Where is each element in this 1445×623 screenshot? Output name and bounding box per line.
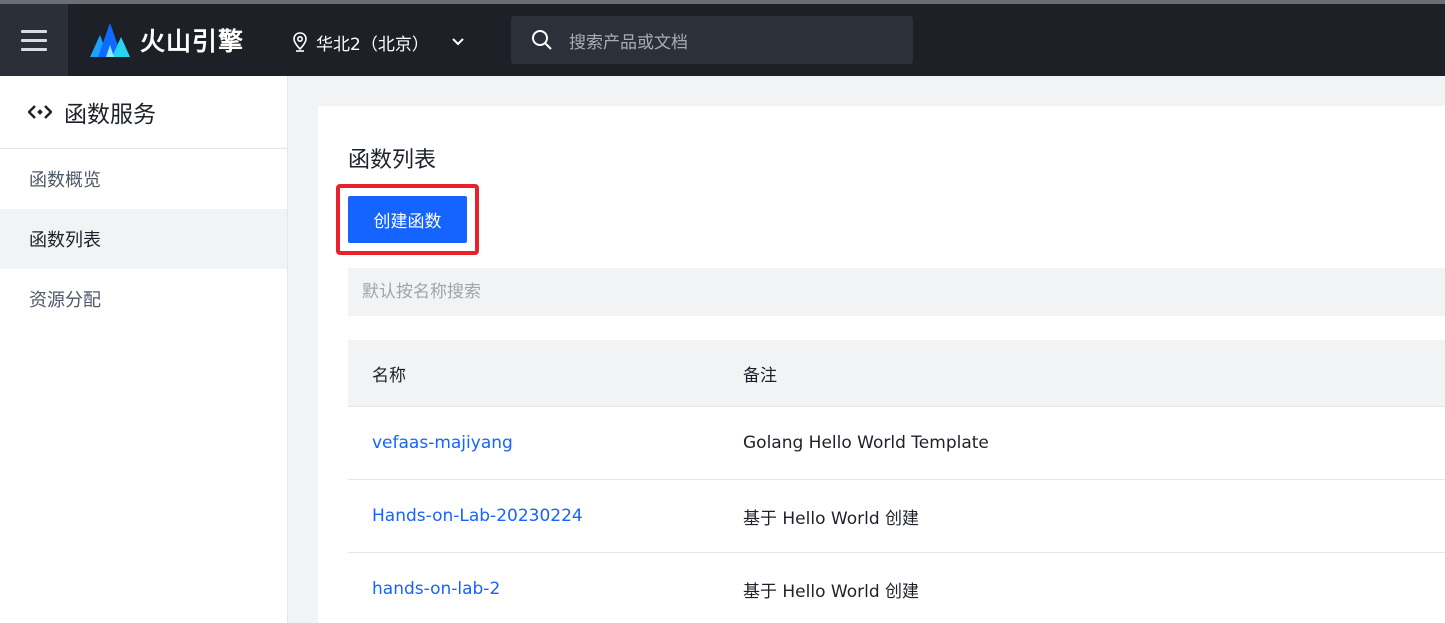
table-row: hands-on-lab-2 基于 Hello World 创建 (348, 553, 1445, 623)
global-search-input[interactable]: 搜索产品或文档 (511, 16, 913, 64)
top-navigation-bar: 火山引擎 华北2（北京） 搜索产品或文档 (0, 0, 1445, 76)
location-pin-icon (293, 32, 307, 52)
function-table: 名称 备注 vefaas-majiyang Golang Hello World… (348, 340, 1445, 623)
brand-logo[interactable]: 火山引擎 (90, 22, 244, 58)
function-note: 基于 Hello World 创建 (743, 508, 920, 529)
function-search-bar (348, 268, 1445, 316)
function-search-input[interactable] (362, 282, 1445, 302)
region-label: 华北2（北京） (316, 34, 429, 55)
search-icon (532, 30, 552, 50)
sidebar-header: 函数服务 (0, 76, 287, 149)
sidebar: 函数服务 函数概览 函数列表 资源分配 (0, 76, 288, 623)
function-note: Golang Hello World Template (743, 433, 989, 453)
sidebar-title: 函数服务 (64, 102, 156, 128)
table-header: 名称 备注 (348, 340, 1445, 407)
global-search-placeholder: 搜索产品或文档 (569, 32, 688, 53)
chevron-down-icon (451, 37, 465, 47)
table-row: Hands-on-Lab-20230224 基于 Hello World 创建 (348, 480, 1445, 553)
function-name-link[interactable]: Hands-on-Lab-20230224 (372, 506, 583, 526)
menu-icon[interactable] (0, 4, 68, 76)
page-title: 函数列表 (348, 148, 437, 173)
sidebar-item-resource-allocation[interactable]: 资源分配 (0, 269, 287, 329)
create-function-button[interactable]: 创建函数 (348, 196, 467, 243)
sidebar-item-overview[interactable]: 函数概览 (0, 149, 287, 209)
code-icon (28, 105, 52, 119)
region-selector[interactable]: 华北2（北京） (292, 24, 465, 60)
column-header-note: 备注 (743, 365, 777, 386)
sidebar-item-function-list[interactable]: 函数列表 (0, 209, 287, 269)
column-header-name: 名称 (372, 365, 406, 386)
volcengine-logo-icon (90, 23, 130, 57)
function-name-link[interactable]: vefaas-majiyang (372, 433, 513, 453)
function-note: 基于 Hello World 创建 (743, 581, 920, 602)
main-content: 函数列表 创建函数 名称 备注 vefaas-majiyang Golang H… (318, 106, 1445, 623)
function-name-link[interactable]: hands-on-lab-2 (372, 579, 500, 599)
brand-name: 火山引擎 (140, 27, 245, 56)
table-row: vefaas-majiyang Golang Hello World Templ… (348, 407, 1445, 480)
